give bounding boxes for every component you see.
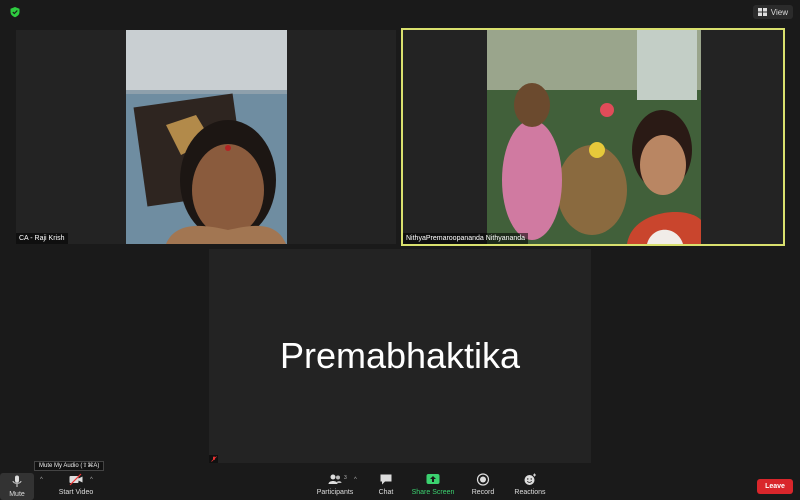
share-screen-icon [426, 474, 440, 484]
view-label: View [770, 7, 788, 17]
participant-display-name: Premabhaktika [279, 335, 521, 376]
security-shield-icon[interactable] [9, 6, 21, 18]
share-screen-label: Share Screen [411, 489, 455, 496]
video-camera-off-icon [69, 473, 83, 486]
grid-view-icon [757, 8, 767, 16]
mic-muted-icon [209, 455, 218, 463]
participant-tile-1[interactable]: CA - Raji Krish [16, 30, 396, 244]
video-frame-image [487, 30, 701, 244]
participant-tile-2-active-speaker[interactable]: NithyaPremaroopananda Nithyananda [401, 28, 785, 246]
mute-button[interactable]: Mute [0, 473, 34, 500]
participants-count: 3 [344, 475, 347, 481]
participants-label: Participants [316, 489, 354, 496]
view-button[interactable]: View [752, 5, 793, 19]
record-button[interactable]: Record [470, 473, 496, 496]
leave-button[interactable]: Leave [757, 479, 793, 494]
participants-icon [328, 474, 342, 484]
mute-label: Mute [9, 491, 25, 498]
audio-options-caret-icon[interactable]: ^ [40, 477, 43, 483]
video-options-caret-icon[interactable]: ^ [90, 477, 93, 483]
chat-button[interactable]: Chat [374, 473, 398, 496]
participant-tile-3-video-off[interactable]: Premabhaktika [209, 249, 591, 463]
participant-name-tag: CA - Raji Krish [16, 233, 68, 244]
meeting-controls-toolbar: Mute ^ Start Video ^ Participants 3 ^ Ch… [0, 471, 800, 500]
chat-bubble-icon [380, 474, 392, 485]
smiley-add-icon [524, 473, 536, 485]
participants-button[interactable]: Participants [314, 473, 356, 496]
participants-options-caret-icon[interactable]: ^ [354, 477, 357, 483]
participant-name-tag: NithyaPremaroopananda Nithyananda [403, 233, 529, 244]
start-video-label: Start Video [58, 489, 94, 496]
share-screen-button[interactable]: Share Screen [410, 473, 456, 496]
reactions-button[interactable]: Reactions [512, 473, 548, 496]
participant-video-1 [126, 30, 287, 244]
microphone-icon [12, 475, 22, 487]
mute-tooltip: Mute My Audio (⇧⌘A) [34, 461, 105, 471]
participant-video-2 [487, 30, 701, 244]
chat-label: Chat [378, 489, 394, 496]
record-icon [476, 473, 490, 486]
video-frame-image [126, 30, 287, 244]
record-label: Record [471, 489, 495, 496]
reactions-label: Reactions [514, 489, 546, 496]
